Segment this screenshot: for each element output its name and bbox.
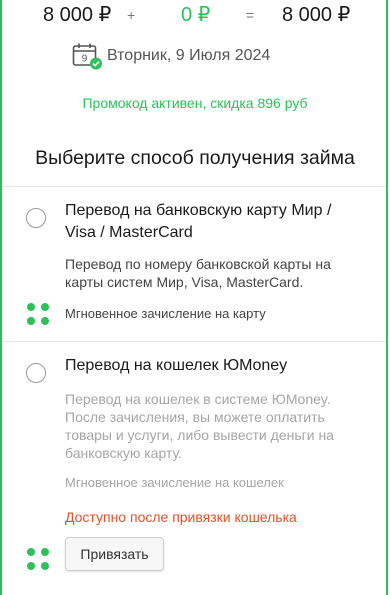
page-frame (0, 0, 388, 595)
divider (2, 341, 386, 342)
promo-status: Промокод активен, скидка 896 руб (82, 95, 308, 111)
option-speed-bank-card: Мгновенное зачисление на карту (65, 306, 266, 321)
radio-yoomoney[interactable] (26, 363, 46, 383)
loan-summary: 8 000 ₽ + 0 ₽ = 8 000 ₽ (0, 2, 390, 28)
calendar-check-icon: 9 (72, 43, 102, 70)
option-description-bank-card: Перевод по номеру банковской карты на ка… (65, 256, 331, 290)
option-title-yoomoney[interactable]: Перевод на кошелек ЮMoney (65, 355, 365, 377)
radio-bank-card[interactable] (26, 208, 46, 228)
date-label: Вторник, 9 Июля 2024 (107, 47, 271, 64)
divider (2, 186, 386, 187)
section-title: Выберите способ получения займа (35, 147, 355, 169)
link-wallet-button[interactable]: Привязать (65, 537, 164, 571)
total-amount: 8 000 ₽ (282, 4, 351, 26)
fee-amount: 0 ₽ (181, 4, 211, 26)
instant-transfer-icon (27, 303, 51, 325)
option-speed-yoomoney: Мгновенное зачисление на кошелек (65, 475, 284, 490)
equals-sign: = (246, 7, 255, 23)
option-title-bank-card[interactable]: Перевод на банковскую карту Мир / Visa /… (65, 200, 365, 244)
link-wallet-warning: Доступно после привязки кошелька (65, 509, 297, 525)
instant-transfer-icon (27, 548, 51, 570)
principal-amount: 8 000 ₽ (43, 4, 112, 26)
option-description-yoomoney: Перевод на кошелек в системе ЮMoney. Пос… (65, 391, 334, 461)
calendar-day-number: 9 (82, 54, 88, 65)
plus-sign: + (127, 7, 136, 23)
